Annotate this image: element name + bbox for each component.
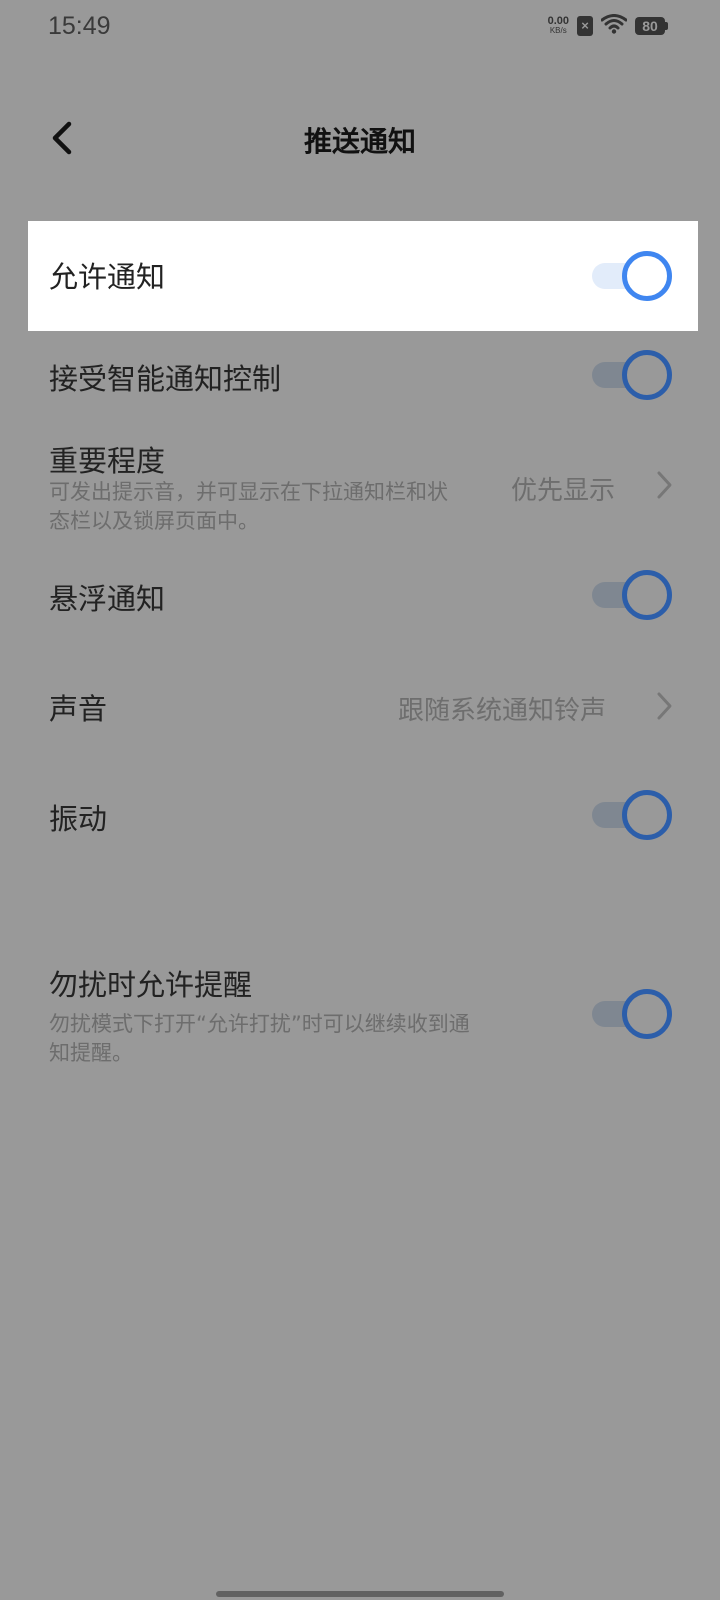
network-speed: 0.00 KB/s: [548, 16, 569, 36]
importance-description: 可发出提示音，并可显示在下拉通知栏和状 态栏以及锁屏页面中。: [49, 478, 448, 536]
importance-description-line1: 可发出提示音，并可显示在下拉通知栏和状: [49, 480, 448, 504]
toggle-knob: [622, 251, 672, 301]
toggle-knob: [622, 989, 672, 1039]
floating-notification-row[interactable]: 悬浮通知: [0, 560, 720, 630]
dnd-reminder-toggle[interactable]: [592, 989, 672, 1039]
importance-row[interactable]: 重要程度 可发出提示音，并可显示在下拉通知栏和状 态栏以及锁屏页面中。 优先显示: [0, 430, 720, 540]
smart-control-label: 接受智能通知控制: [49, 362, 282, 396]
allow-notifications-content: 允许通知: [0, 221, 720, 331]
network-speed-unit: KB/s: [549, 26, 567, 35]
dnd-reminder-description-line2: 知提醒。: [49, 1041, 133, 1065]
smart-control-row[interactable]: 接受智能通知控制: [0, 340, 720, 410]
importance-value: 优先显示: [511, 476, 616, 506]
toggle-knob: [622, 570, 672, 620]
dnd-reminder-label: 勿扰时允许提醒: [49, 968, 253, 1002]
vibration-row[interactable]: 振动: [0, 780, 720, 850]
header: 推送通知: [0, 110, 720, 170]
allow-notifications-label: 允许通知: [49, 260, 166, 294]
home-indicator[interactable]: [216, 1591, 504, 1597]
dnd-reminder-row[interactable]: 勿扰时允许提醒 勿扰模式下打开“允许打扰”时可以继续收到通 知提醒。: [0, 960, 720, 1070]
importance-description-line2: 态栏以及锁屏页面中。: [49, 509, 259, 533]
dnd-reminder-description-line1: 勿扰模式下打开“允许打扰”时可以继续收到通: [49, 1012, 470, 1036]
page-title: 推送通知: [303, 125, 416, 158]
vibration-label: 振动: [49, 802, 108, 836]
chevron-right-icon: [657, 692, 672, 720]
wifi-icon: [600, 14, 628, 38]
toggle-knob: [622, 790, 672, 840]
importance-label: 重要程度: [49, 444, 166, 478]
floating-notification-toggle[interactable]: [592, 570, 672, 620]
dnd-reminder-description: 勿扰模式下打开“允许打扰”时可以继续收到通 知提醒。: [49, 1010, 470, 1068]
status-time: 15:49: [48, 12, 111, 40]
battery-icon: 80: [635, 17, 668, 35]
vibration-toggle[interactable]: [592, 790, 672, 840]
smart-control-toggle[interactable]: [592, 350, 672, 400]
toggle-knob: [622, 350, 672, 400]
status-bar: 15:49 0.00 KB/s × 80: [0, 0, 720, 56]
sound-value: 跟随系统通知铃声: [398, 696, 607, 726]
battery-level: 80: [635, 17, 665, 35]
no-sim-icon: ×: [577, 16, 593, 36]
sound-row[interactable]: 声音 跟随系统通知铃声: [0, 670, 720, 740]
allow-notifications-toggle[interactable]: [592, 251, 672, 301]
chevron-right-icon: [657, 471, 672, 499]
floating-notification-label: 悬浮通知: [49, 582, 166, 616]
status-icons: 0.00 KB/s × 80: [548, 14, 668, 38]
network-speed-value: 0.00: [547, 15, 569, 27]
sound-label: 声音: [49, 692, 108, 726]
